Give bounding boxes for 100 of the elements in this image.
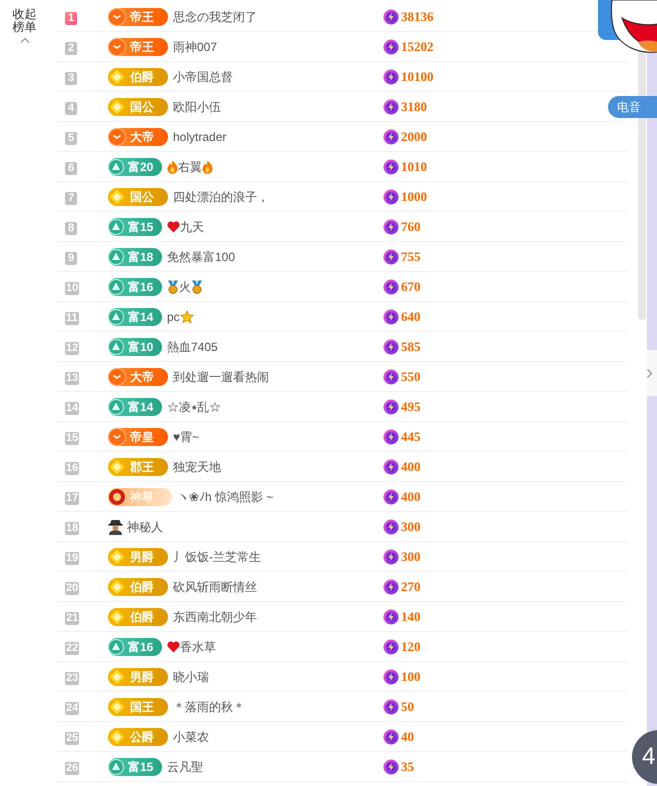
score-value: 670 [401, 278, 420, 296]
rank-number: 19 [65, 552, 80, 564]
level-label: 富20 [128, 160, 154, 172]
rank-number: 16 [65, 462, 80, 474]
score-value: 400 [401, 458, 420, 476]
user-name: 雨神007 [173, 38, 218, 56]
rank-number: 7 [65, 192, 77, 204]
lightning-coin-icon [383, 518, 399, 534]
level-label: 伯爵 [130, 70, 154, 82]
score-value: 550 [401, 368, 420, 386]
user-name: 九天 [180, 218, 204, 236]
rank-number: 13 [65, 372, 80, 384]
lightning-coin-icon [383, 188, 399, 204]
user-name: 晓小瑞 [173, 668, 209, 686]
lightning-coin-icon [383, 128, 399, 144]
rank-number: 26 [65, 762, 80, 774]
level-label: 大帝 [130, 130, 154, 142]
caret-up-icon [20, 37, 30, 43]
rank-number: 22 [65, 642, 80, 654]
lightning-coin-icon [383, 248, 399, 264]
lightning-coin-icon [383, 8, 399, 24]
lightning-coin-icon [383, 488, 399, 504]
heart-icon [167, 640, 180, 652]
lightning-coin-icon [383, 158, 399, 174]
score-value: 755 [401, 248, 420, 266]
side-panel-tab[interactable] [647, 350, 657, 396]
level-label: 神尊 [130, 490, 154, 502]
emblem-icon [108, 368, 126, 386]
emblem-icon [108, 338, 124, 354]
score-value: 1000 [401, 188, 427, 206]
user-name: 免然暴富100 [167, 248, 236, 266]
rank-number: 17 [65, 492, 80, 504]
level-label: 男爵 [130, 670, 154, 682]
chevron-right-icon [647, 368, 652, 378]
user-name: 小帝国总督 [173, 68, 233, 86]
collapse-list-button[interactable]: 收起榜单 [12, 8, 36, 43]
user-name: 右翼 [178, 158, 202, 176]
level-label: 伯爵 [130, 610, 154, 622]
score-value: 760 [401, 218, 420, 236]
rank-number: 23 [65, 672, 80, 684]
level-label: 帝王 [130, 40, 154, 52]
rank-number: 12 [65, 342, 80, 354]
level-label: 大帝 [130, 370, 154, 382]
rank-number: 11 [65, 312, 79, 324]
emblem-icon [108, 668, 126, 686]
score-value: 15202 [401, 38, 434, 56]
user-name: 熱血7405 [167, 338, 218, 356]
level-label: 富16 [128, 280, 154, 292]
lightning-coin-icon [383, 578, 399, 594]
rank-number: 18 [65, 522, 80, 534]
lightning-coin-icon [383, 338, 399, 354]
emblem-icon [108, 488, 126, 506]
collapse-label: 收起榜单 [12, 8, 36, 34]
emblem-icon [108, 728, 126, 746]
emblem-icon [108, 578, 126, 596]
lightning-coin-icon [383, 398, 399, 414]
score-value: 2000 [401, 128, 427, 146]
emblem-icon [108, 98, 126, 116]
rank-number: 8 [65, 222, 77, 234]
score-value: 495 [401, 398, 420, 416]
score-value: 300 [401, 518, 420, 536]
user-name: 四处漂泊的浪子， [173, 188, 269, 206]
star-icon [180, 310, 194, 324]
level-label: 富16 [128, 640, 154, 652]
emblem-icon [108, 8, 126, 26]
lightning-coin-icon [383, 608, 399, 624]
lightning-coin-icon [383, 668, 399, 684]
user-name: 独宠天地 [173, 458, 221, 476]
rank-number: 20 [65, 582, 80, 594]
user-name: ♥霄~ [173, 428, 200, 446]
lightning-coin-icon [383, 698, 399, 714]
lightning-coin-icon [383, 218, 399, 234]
emblem-icon [108, 758, 124, 774]
medal-icon [167, 280, 179, 294]
level-label: 富15 [128, 220, 154, 232]
emblem-icon [108, 128, 126, 146]
user-name: 火 [179, 278, 191, 296]
user-name: 云凡聖 [167, 758, 203, 776]
lightning-coin-icon [383, 308, 399, 324]
lightning-coin-icon [383, 38, 399, 54]
score-value: 10100 [401, 68, 434, 86]
floating-count-button[interactable]: 4 [632, 730, 657, 784]
level-label: 帝王 [130, 10, 154, 22]
rank-number: 6 [65, 162, 77, 174]
emblem-icon [108, 158, 124, 174]
level-label: 富15 [128, 760, 154, 772]
heart-icon [167, 220, 180, 232]
user-name: 东西南北朝少年 [173, 608, 257, 626]
rank-number: 24 [65, 702, 80, 714]
level-label: 郡王 [130, 460, 154, 472]
rank-number: 5 [65, 132, 77, 144]
user-name: 小菜农 [173, 728, 209, 746]
emblem-icon [108, 638, 124, 654]
score-value: 585 [401, 338, 420, 356]
lightning-coin-icon [383, 728, 399, 744]
rank-number: 2 [65, 42, 77, 54]
emblem-icon [108, 308, 124, 324]
lightning-coin-icon [383, 458, 399, 474]
score-value: 3180 [401, 98, 427, 116]
level-label: 国王 [130, 700, 154, 712]
